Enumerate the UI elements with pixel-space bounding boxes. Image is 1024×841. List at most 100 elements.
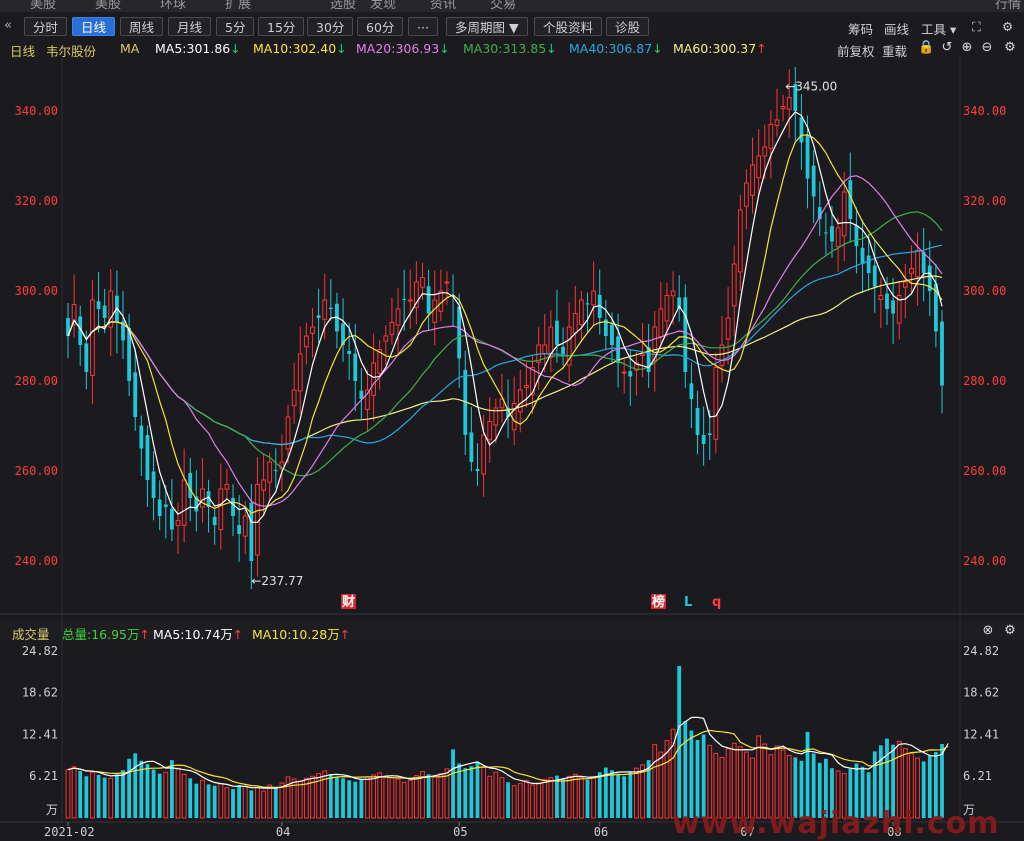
volume-bar-up [383,775,389,819]
candle-body-up [383,335,389,342]
candle-body-down [872,265,877,287]
price-tick-right: 280.00 [963,374,1006,388]
candle-body-up [297,353,303,392]
candle-body-down [139,425,144,449]
price-tick-right: 300.00 [963,284,1006,298]
volume-bar-up [261,790,266,819]
volume-bar-up [511,785,517,819]
candle-body-up [517,389,523,413]
price-tick-left: 260.00 [15,464,58,478]
volume-bar-up [652,744,658,819]
volume-bar-up [395,778,401,819]
volume-bar-up [536,782,542,819]
candle-body-down [84,343,89,372]
candle-body-up [218,488,224,531]
volume-bar-down [194,783,199,818]
volume-bar-down [463,768,468,818]
candle-body-up [310,326,315,334]
price-panel [0,58,1024,614]
candle-body-up [725,317,731,340]
candle-body-down [811,165,816,197]
candle-body-up [242,515,248,537]
candle-body-up [303,335,309,348]
marker-bang: 榜 [652,594,665,610]
volume-bar-down [151,769,156,818]
high-annotation: ←345.00 [785,80,837,94]
volume-bar-up [517,783,523,819]
candle-body-up [261,479,266,491]
volume-bar-down [597,772,602,818]
x-tick-label: 06 [594,825,608,839]
candle-body-down [163,504,168,507]
candle-body-down [866,255,871,273]
candle-body-up [786,97,792,110]
candle-body-up [224,484,230,490]
volume-bar-down [78,770,83,818]
volume-bar-up [566,775,572,819]
volume-bar-down [506,782,510,818]
price-tick-right: 340.00 [963,104,1006,118]
volume-bar-down [133,753,138,818]
volume-bar-up [255,787,260,819]
volume-tick-right: 6.21 [963,769,992,783]
volume-bar-up [279,782,285,819]
volume-bar-down [451,749,455,818]
candle-body-up [487,421,493,441]
candle-body-down [188,472,193,498]
candle-body-up [731,263,737,307]
volume-tick-left: 6.21 [29,769,58,783]
candle-body-up [572,313,578,334]
candle-body-down [170,508,174,530]
volume-bar-up [407,779,413,819]
x-tick-label: 2021-02 [44,825,95,839]
price-tick-right: 240.00 [963,554,1006,568]
volume-bar-up [297,780,303,819]
volume-bar-down [188,778,193,818]
candle-body-down [561,346,565,354]
candle-body-down [860,247,865,264]
volume-bar-up [401,781,407,819]
volume-bar-down [249,790,254,818]
volume-bar-up [487,775,493,819]
candle-body-down [707,433,712,435]
volume-bar-up [163,771,169,819]
volume-bar-up [175,767,181,819]
candle-body-up [762,146,768,157]
candle-body-down [610,324,614,345]
volume-bar-down [347,780,352,818]
candle-body-up [267,461,273,483]
candle-body-down [695,408,700,435]
volume-bar-up [200,779,205,819]
candle-body-down [347,350,352,354]
candle-body-up [713,367,719,440]
candle-body-up [841,191,847,237]
candle-body-up [407,299,413,302]
candle-body-up [750,164,755,196]
volume-bar-down [157,773,162,818]
candle-body-up [737,209,743,273]
volume-bar-up [499,777,505,819]
volume-tick-right: 24.82 [963,644,999,658]
volume-bar-up [377,772,383,819]
candle-body-up [780,106,786,110]
price-tick-left: 300.00 [15,284,58,298]
candle-body-up [915,250,920,278]
candle-body-up [255,484,260,556]
volume-bar-up [181,773,187,819]
candle-body-up [181,479,187,526]
volume-bar-up [322,770,328,819]
volume-bar-up [579,777,584,819]
volume-bar-up [438,773,444,819]
candle-body-down [102,305,107,318]
volume-bar-up [108,777,114,819]
volume-bar-down [475,762,480,818]
candle-body-down [231,497,235,516]
candle-body-down [475,468,480,471]
candlestick-chart[interactable]: 340.00 340.00 320.00 320.00 300.00 300.00 280.… [0,0,1024,841]
candle-body-up [878,295,884,301]
volume-bar-up [65,769,71,819]
volume-bar-up [542,779,548,819]
candle-body-down [940,321,944,386]
volume-bar-down [585,779,590,818]
volume-bar-up [634,767,639,819]
